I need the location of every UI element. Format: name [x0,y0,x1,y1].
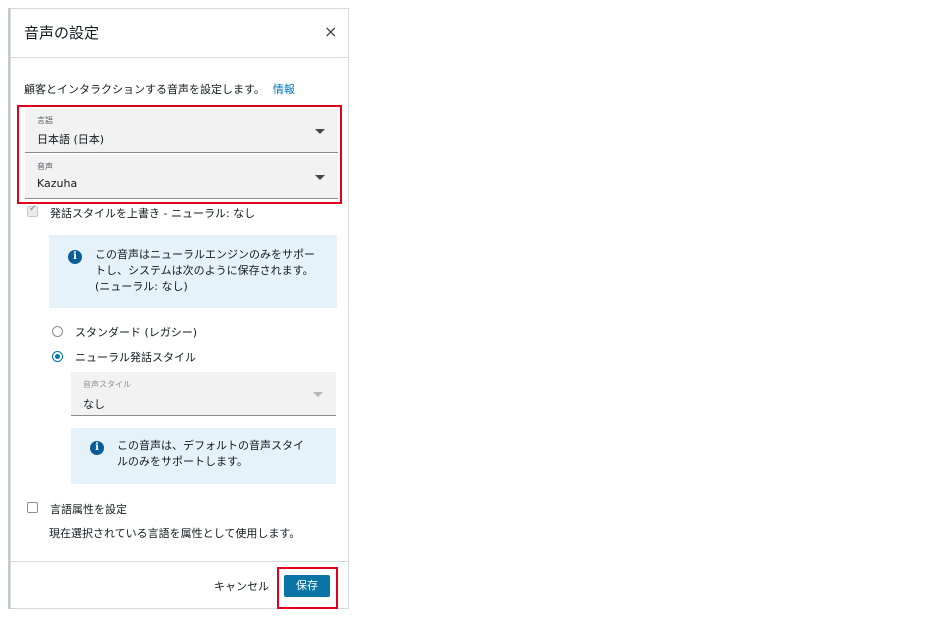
language-attribute-checkbox[interactable] [27,502,38,513]
dialog-header: 音声の設定 × [11,9,348,58]
highlight-box-save [277,567,338,609]
info-icon: i [68,250,82,264]
speaking-style-alert: i この音声は、デフォルトの音声スタイ ルのみをサポートします。 [71,428,336,484]
voice-select-value: Kazuha [37,177,78,190]
voice-select-label: 音声 [37,162,53,171]
footer-divider [11,561,348,562]
speaking-style-value: なし [83,398,105,411]
radio-standard[interactable] [52,326,63,337]
neural-engine-alert: i この音声はニューラルエンジンのみをサポー トし、システムは次のように保存され… [49,235,337,308]
close-icon[interactable]: × [324,22,337,41]
dialog-description: 顧客とインタラクションする音声を設定します。 情報 [24,81,295,97]
neural-alert-text: この音声はニューラルエンジンのみをサポー トし、システムは次のように保存されます… [95,247,315,295]
chevron-down-icon [315,175,325,180]
language-select-value: 日本語 (日本) [37,133,105,146]
neural-alert-line: (ニューラル: なし) [95,280,188,293]
voice-select[interactable]: 音声 Kazuha [25,155,338,199]
speaking-style-select[interactable]: 音声スタイル なし [71,372,336,416]
speaking-style-label: 音声スタイル [83,380,131,389]
style-alert-line: この音声は、デフォルトの音声スタイ [117,439,304,452]
override-style-label: 発話スタイルを上書き - ニューラル: なし [50,207,256,220]
info-icon: i [90,441,104,455]
chevron-down-icon [315,129,325,134]
neural-alert-line: トし、システムは次のように保存されます。 [95,264,314,277]
radio-neural-label: ニューラル発話スタイル [75,351,196,364]
language-attribute-hint: 現在選択されている言語を属性として使用します。 [49,527,301,540]
language-attribute-label: 言語属性を設定 [50,503,127,516]
language-select[interactable]: 言語 日本語 (日本) [25,109,338,153]
style-alert-text: この音声は、デフォルトの音声スタイ ルのみをサポートします。 [117,438,304,470]
style-alert-line: ルのみをサポートします。 [117,455,248,468]
dialog-title: 音声の設定 [24,24,100,42]
radio-standard-label: スタンダード (レガシー) [75,326,198,339]
check-icon: ✔ [29,204,37,214]
override-style-checkbox[interactable]: ✔ [27,204,38,217]
info-link[interactable]: 情報 [273,83,295,96]
language-select-label: 言語 [37,116,53,125]
chevron-down-icon [313,392,323,397]
voice-settings-dialog: 音声の設定 × 顧客とインタラクションする音声を設定します。 情報 言語 日本語 … [10,8,349,609]
neural-alert-line: この音声はニューラルエンジンのみをサポー [95,248,315,261]
cancel-button[interactable]: キャンセル [214,578,269,594]
description-text: 顧客とインタラクションする音声を設定します。 [24,83,265,96]
radio-neural[interactable] [52,351,63,362]
